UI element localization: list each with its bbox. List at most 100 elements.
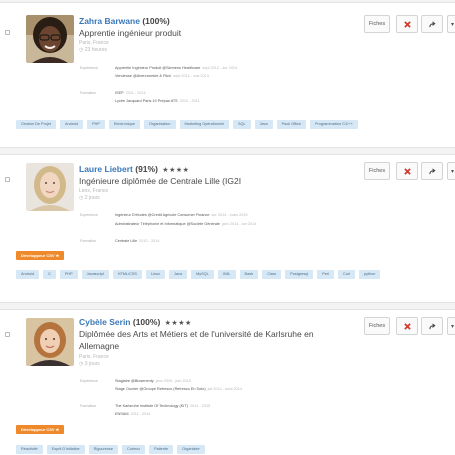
- close-icon: [403, 167, 411, 175]
- skill-tag[interactable]: Electronique: [108, 120, 140, 129]
- avatar[interactable]: [26, 163, 74, 211]
- candidate-age: ◷ 23 heures: [79, 47, 107, 53]
- education-entry: ENSAM 2011 - 2014: [115, 412, 151, 416]
- skill-tag[interactable]: C: [43, 270, 56, 279]
- more-dropdown-button[interactable]: ▾: [447, 162, 455, 180]
- fiches-button[interactable]: Fiches: [364, 162, 390, 180]
- skill-tags: Android C PHP Javascript HTML/CSS Linux …: [16, 270, 446, 279]
- education-label: Formation: [80, 239, 97, 243]
- share-arrow-icon: [428, 167, 436, 174]
- skill-tag[interactable]: PHP: [87, 120, 105, 129]
- select-checkbox[interactable]: [5, 30, 10, 35]
- education-label: Formation: [80, 91, 97, 95]
- experience-entry: Ingénieur D'études @Crédit Agricole Cons…: [115, 213, 248, 217]
- candidate-location: Paris, France: [79, 354, 109, 360]
- fiches-button[interactable]: Fiches: [364, 317, 390, 335]
- education-entry: Centrale Lille 2010 - 2014: [115, 239, 160, 243]
- skill-tag[interactable]: Marketing Opérationnel: [179, 120, 229, 129]
- match-percent: (91%): [135, 164, 158, 174]
- skill-tag[interactable]: Pack Office: [276, 120, 306, 129]
- skill-tag[interactable]: Organisation: [143, 120, 176, 129]
- candidate-name-link[interactable]: Cybèle Serin: [79, 317, 131, 327]
- skill-tag[interactable]: python: [358, 270, 381, 279]
- education-entry: ISEP 2011 - 2014: [115, 91, 146, 95]
- category-badge[interactable]: Développeur CSV ★: [16, 251, 65, 260]
- candidate-card: Laure Liebert (91%) ★★★★ Ingénieure dipl…: [0, 154, 455, 303]
- candidate-headline: Diplômée des Arts et Métiers et de l'uni…: [79, 329, 314, 351]
- more-dropdown-button[interactable]: ▾: [447, 317, 455, 335]
- match-percent: (100%): [142, 16, 170, 26]
- skill-tag[interactable]: Curieux: [122, 445, 146, 454]
- skill-tag[interactable]: Programmation C/C++: [309, 120, 358, 129]
- experience-entry: Administrateur Téléphonie et Informatiqu…: [115, 222, 257, 226]
- reject-button[interactable]: [396, 15, 418, 33]
- skill-tag[interactable]: Bash: [239, 270, 259, 279]
- skill-tag[interactable]: Organisée: [177, 445, 205, 454]
- experience-entry: Stagiaire @Biosenenty janv 2015 - juin 20…: [115, 379, 191, 383]
- share-arrow-icon: [428, 322, 436, 329]
- skill-tag[interactable]: Android: [59, 120, 84, 129]
- education-entry: Lycée Jacquard Paris 19 Prépas ATS 2010 -…: [115, 99, 200, 103]
- candidate-location: Paris, France: [79, 40, 109, 46]
- skill-tag[interactable]: HTML/CSS: [112, 270, 142, 279]
- reject-button[interactable]: [396, 162, 418, 180]
- avatar[interactable]: [26, 15, 74, 63]
- experience-entry: Apprentie Ingénieur Produit @Siemens Hea…: [115, 66, 238, 70]
- match-percent: (100%): [132, 317, 161, 327]
- fiches-button[interactable]: Fiches: [364, 15, 390, 33]
- candidate-headline: Ingénieure diplômée de Centrale Lille (I…: [79, 176, 242, 186]
- more-dropdown-button[interactable]: ▾: [447, 15, 455, 33]
- candidate-card: Cybèle Serin (100%) ★★★★ Diplômée des Ar…: [0, 309, 455, 455]
- candidate-age: ◷ 2 jours: [79, 195, 100, 201]
- experience-entry: Vendeuse @Abercrombie & Fitch sept 2012 -…: [115, 74, 209, 78]
- skill-tag[interactable]: Ciaro: [262, 270, 282, 279]
- category-badge[interactable]: Développeur CSV ★: [16, 425, 65, 434]
- candidate-location: Lens, France: [79, 188, 109, 194]
- skill-tag[interactable]: Gestion De Projet: [16, 120, 56, 129]
- skill-tag[interactable]: Android: [16, 270, 40, 279]
- candidate-name-line: Zahra Barwane (100%): [79, 16, 170, 26]
- candidate-headline: Apprentie ingénieur produit: [79, 28, 182, 38]
- select-checkbox[interactable]: [5, 332, 10, 337]
- select-checkbox[interactable]: [5, 177, 10, 182]
- close-icon: [403, 322, 411, 330]
- skill-tag[interactable]: Javascript: [81, 270, 109, 279]
- rating-stars[interactable]: ★★★★: [162, 167, 189, 174]
- skill-tag[interactable]: Réactivité: [16, 445, 43, 454]
- close-icon: [403, 20, 411, 28]
- candidate-card: Zahra Barwane (100%) Apprentie ingénieur…: [0, 2, 455, 148]
- share-button[interactable]: [421, 162, 443, 180]
- share-button[interactable]: [421, 15, 443, 33]
- skill-tag[interactable]: Java: [254, 120, 273, 129]
- experience-label: Expérience: [80, 213, 98, 217]
- skill-tag[interactable]: PHP: [59, 270, 78, 279]
- skill-tag[interactable]: Esprit D'initiative: [46, 445, 85, 454]
- reject-button[interactable]: [396, 317, 418, 335]
- skill-tag[interactable]: Curl: [338, 270, 355, 279]
- skill-tag[interactable]: Linux: [145, 270, 166, 279]
- skill-tags: Réactivité Esprit D'initiative Rigoureus…: [16, 445, 446, 454]
- skill-tag[interactable]: MySQL: [191, 270, 214, 279]
- candidate-age: ◷ 3 jours: [79, 361, 100, 367]
- skill-tag[interactable]: Java: [169, 270, 188, 279]
- education-label: Formation: [80, 404, 97, 408]
- rating-stars[interactable]: ★★★★: [165, 320, 192, 327]
- skill-tag[interactable]: Rigoureuse: [88, 445, 119, 454]
- experience-label: Expérience: [80, 66, 98, 70]
- skill-tag[interactable]: SQL: [232, 120, 251, 129]
- education-entry: The Karlsruhe Institute Of Technology (K…: [115, 404, 211, 408]
- candidate-name-link[interactable]: Zahra Barwane: [79, 16, 140, 26]
- candidate-name-line: Cybèle Serin (100%) ★★★★: [79, 317, 192, 327]
- skill-tag[interactable]: Perl: [317, 270, 334, 279]
- skill-tag[interactable]: Patiente: [149, 445, 174, 454]
- candidate-name-line: Laure Liebert (91%) ★★★★: [79, 164, 189, 174]
- share-arrow-icon: [428, 20, 436, 27]
- skill-tag[interactable]: Postgresql: [285, 270, 314, 279]
- share-button[interactable]: [421, 317, 443, 335]
- skill-tags: Gestion De Projet Android PHP Electroniq…: [16, 120, 446, 129]
- avatar[interactable]: [26, 318, 74, 366]
- experience-label: Expérience: [80, 379, 98, 383]
- skill-tag[interactable]: XML: [217, 270, 236, 279]
- candidate-name-link[interactable]: Laure Liebert: [79, 164, 133, 174]
- experience-entry: Stage Ouvrier @Groupe Refresco (Refresco…: [115, 387, 243, 391]
